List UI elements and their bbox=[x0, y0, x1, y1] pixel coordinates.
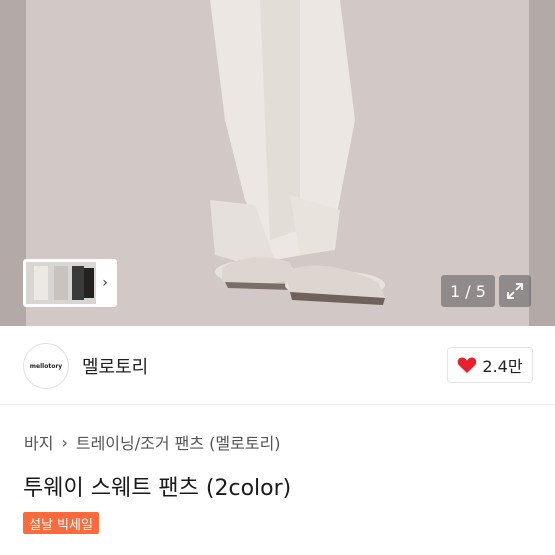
like-count: 2.4만 bbox=[482, 357, 523, 376]
breadcrumb-category[interactable]: 바지 bbox=[24, 430, 53, 454]
image-pager: 1 / 5 bbox=[441, 275, 495, 307]
thumbnail-strip[interactable]: › bbox=[23, 259, 117, 307]
breadcrumb: 바지 › 트레이닝/조거 팬츠 (멜로토리) bbox=[24, 430, 281, 454]
thumbnail-image[interactable] bbox=[26, 262, 96, 304]
expand-icon[interactable] bbox=[499, 275, 531, 307]
like-button[interactable]: 2.4만 bbox=[447, 347, 533, 383]
sale-badge: 설날 빅세일 bbox=[23, 512, 99, 534]
chevron-right-icon: › bbox=[61, 432, 68, 452]
store-row: mellotory 멜로토리 2.4만 bbox=[0, 326, 555, 405]
heart-icon bbox=[458, 357, 477, 373]
store-name[interactable]: 멜로토리 bbox=[82, 353, 148, 379]
product-title: 투웨이 스웨트 팬츠 (2color) bbox=[23, 476, 292, 501]
store-logo[interactable]: mellotory bbox=[23, 343, 69, 389]
product-image-gallery[interactable]: › 1 / 5 bbox=[0, 0, 555, 326]
thumbnail-next-icon[interactable]: › bbox=[96, 275, 114, 291]
breadcrumb-subcategory[interactable]: 트레이닝/조거 팬츠 (멜로토리) bbox=[76, 430, 281, 454]
